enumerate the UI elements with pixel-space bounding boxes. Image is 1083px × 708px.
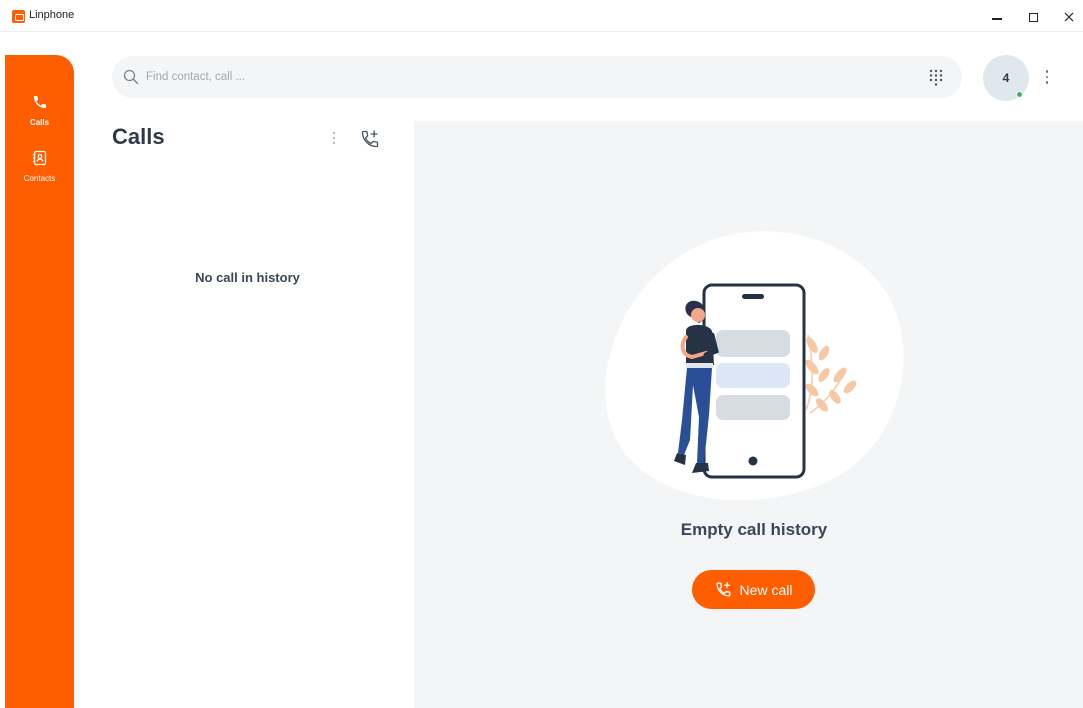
- dialpad-button[interactable]: [925, 66, 947, 88]
- presence-status-dot: [1016, 91, 1023, 98]
- title-bar: Linphone: [0, 0, 1083, 32]
- minimize-button[interactable]: [984, 6, 1010, 28]
- sidebar-item-contacts[interactable]: Contacts: [5, 149, 74, 183]
- search-icon: [122, 68, 140, 86]
- sidebar-item-calls[interactable]: Calls: [5, 93, 74, 127]
- linphone-logo-icon: [12, 10, 25, 23]
- page-title: Calls: [112, 124, 165, 149]
- new-call-icon-button[interactable]: [358, 127, 382, 151]
- minimize-icon: [992, 18, 1002, 20]
- close-icon: [1064, 12, 1074, 22]
- empty-history-illustration: [605, 231, 904, 500]
- new-call-button[interactable]: New call: [692, 570, 815, 609]
- more-icon: [1045, 70, 1049, 73]
- empty-history-title: Empty call history: [680, 520, 828, 539]
- maximize-icon: [1028, 12, 1038, 22]
- main-menu-button[interactable]: [1040, 67, 1054, 87]
- sidebar-item-label: Contacts: [23, 174, 56, 183]
- contacts-icon: [31, 149, 49, 167]
- phone-plus-icon: [715, 581, 732, 598]
- new-call-label: New call: [739, 581, 793, 598]
- dialpad-icon: [929, 69, 943, 86]
- close-button[interactable]: [1056, 6, 1082, 28]
- search-bar: [112, 56, 962, 98]
- maximize-button[interactable]: [1020, 6, 1046, 28]
- sidebar: Calls Contacts: [5, 55, 74, 708]
- sidebar-item-label: Calls: [29, 118, 50, 127]
- empty-list-message: No call in history: [195, 270, 300, 285]
- window-title: Linphone: [29, 9, 75, 21]
- search-input[interactable]: [146, 67, 906, 87]
- phone-icon: [31, 93, 49, 111]
- more-icon: [333, 132, 335, 134]
- calls-menu-button[interactable]: [327, 128, 341, 148]
- phone-plus-icon: [361, 130, 379, 148]
